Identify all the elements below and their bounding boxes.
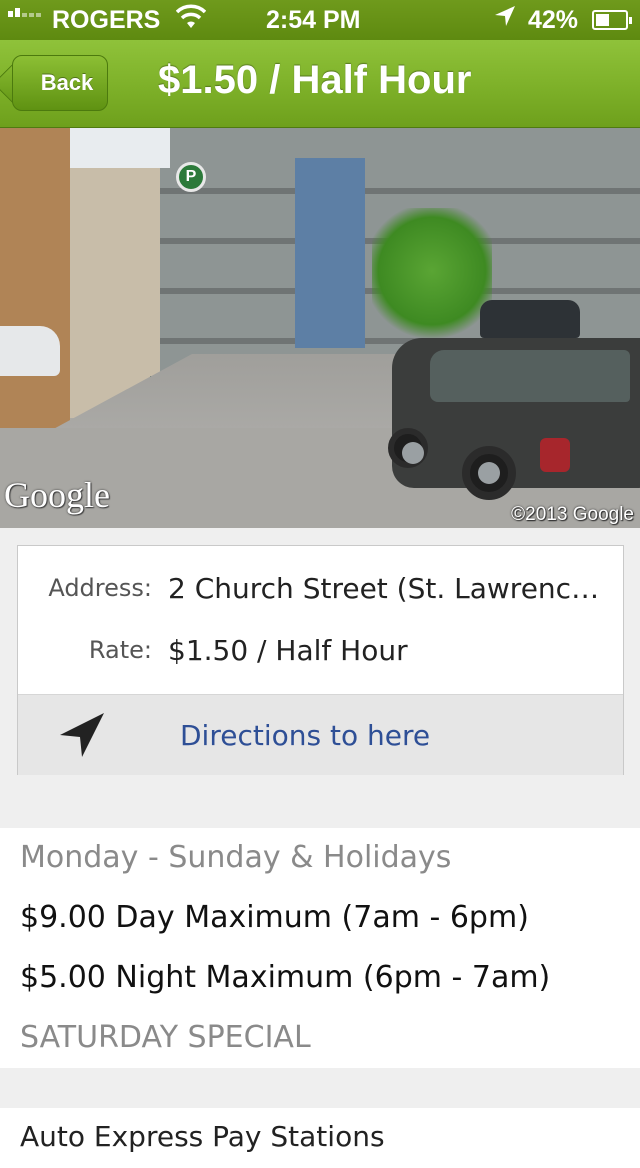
street-view-image[interactable]: P Google ©2013 Google [0,128,640,528]
saturday-special-heading: SATURDAY SPECIAL [20,1020,311,1055]
parking-info-card: Address: 2 Church Street (St. Lawrence M… [17,545,624,775]
back-button-label: Back [40,70,94,95]
clock: 2:54 PM [266,6,361,34]
battery-percent: 42% [528,6,579,34]
wifi-icon [175,4,207,37]
carrier-name: ROGERS [52,6,161,34]
directions-button[interactable]: Directions to here [18,694,623,775]
signal-strength-icon [8,8,41,17]
navigation-bar: Back $1.50 / Half Hour [0,40,640,128]
night-maximum-rate: $5.00 Night Maximum (6pm - 7am) [20,960,551,995]
directions-label: Directions to here [180,719,431,752]
rates-section: Monday - Sunday & Holidays $9.00 Day Max… [0,828,640,1068]
payment-method-text: Auto Express Pay Stations [20,1120,385,1153]
parking-sign-icon: P [176,162,206,192]
rate-row: Rate: $1.50 / Half Hour [18,620,623,680]
tree [372,208,492,348]
location-arrow-icon [494,5,516,33]
navigation-arrow-icon [60,713,104,757]
address-value: 2 Church Street (St. Lawrence Market) [168,571,613,605]
rate-label: Rate: [88,636,152,664]
status-bar: ROGERS 2:54 PM 42% [0,0,640,40]
day-maximum-rate: $9.00 Day Maximum (7am - 6pm) [20,900,529,935]
parked-car [0,326,60,376]
battery-icon [592,10,632,30]
page-title: $1.50 / Half Hour [158,58,472,102]
address-label: Address: [48,574,152,602]
rates-heading-weekly: Monday - Sunday & Holidays [20,840,452,875]
address-row: Address: 2 Church Street (St. Lawrence M… [18,558,623,618]
payment-section: Auto Express Pay Stations [0,1108,640,1168]
map-copyright: ©2013 Google [511,504,634,525]
google-logo: Google [4,475,110,515]
back-button[interactable]: Back [12,55,108,111]
rate-value: $1.50 / Half Hour [168,633,408,667]
